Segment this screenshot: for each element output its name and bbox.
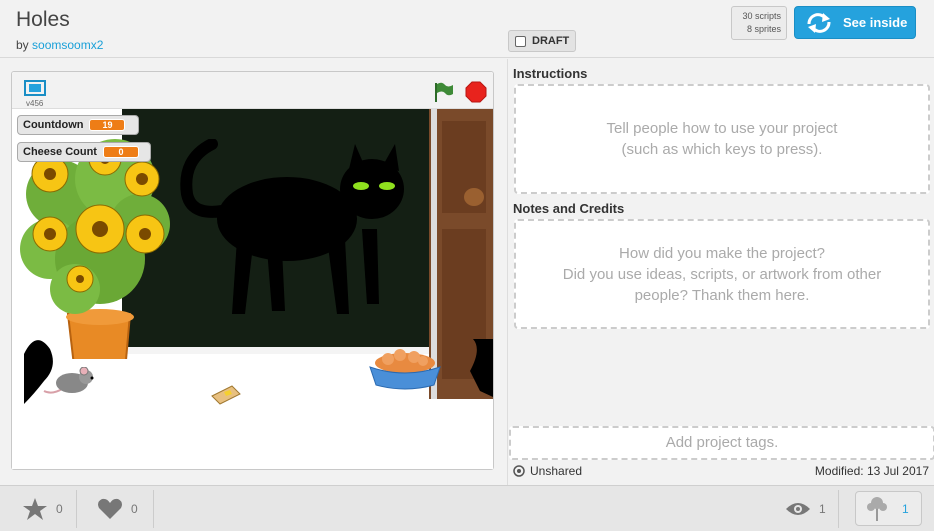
heart-icon xyxy=(98,498,122,519)
draft-label: DRAFT xyxy=(532,35,570,47)
views-count: 1 xyxy=(819,502,826,516)
monitor-value: 0 xyxy=(102,146,139,158)
notes-placeholder-1: How did you make the project? xyxy=(619,244,825,262)
monitor-label: Cheese Count xyxy=(23,146,97,158)
modified-date: Modified: 13 Jul 2017 xyxy=(814,464,929,478)
player-pane: v456 Countdown 19 Cheese Count 0 xyxy=(0,59,507,485)
remix-count: 1 xyxy=(902,501,909,516)
footer-divider xyxy=(153,490,154,528)
see-inside-label: See inside xyxy=(843,15,908,30)
eye-icon xyxy=(786,503,810,515)
notes-placeholder-2: Did you use ideas, scripts, or artwork f… xyxy=(562,265,882,283)
green-flag-icon[interactable] xyxy=(432,81,454,103)
by-label: by xyxy=(16,38,29,52)
favorite-count: 0 xyxy=(56,502,63,516)
share-status: Unshared xyxy=(513,464,582,478)
see-inside-button[interactable]: See inside xyxy=(794,6,916,39)
love-count: 0 xyxy=(131,502,138,516)
unshared-icon xyxy=(513,465,525,477)
monitor-label: Countdown xyxy=(23,119,84,131)
footer-divider xyxy=(76,490,77,528)
remix-tree-icon xyxy=(867,496,887,521)
notes-placeholder-3: people? Thank them here. xyxy=(634,286,810,304)
version-label: v456 xyxy=(26,99,44,108)
fullscreen-icon[interactable] xyxy=(24,80,46,96)
mousetrap-sprite[interactable] xyxy=(210,384,242,406)
scripts-count: 30 scripts xyxy=(742,11,781,21)
instructions-placeholder-1: Tell people how to use your project xyxy=(606,120,838,137)
cheese-count-monitor: Cheese Count 0 xyxy=(17,142,151,162)
share-status-label: Unshared xyxy=(530,464,583,478)
project-title[interactable]: Holes xyxy=(16,8,70,32)
love-button[interactable]: 0 xyxy=(97,486,138,531)
instructions-label: Instructions xyxy=(513,66,588,81)
countdown-monitor: Countdown 19 xyxy=(17,115,139,135)
project-player: v456 Countdown 19 Cheese Count 0 xyxy=(11,71,494,470)
footer-divider xyxy=(838,490,839,528)
project-info-pane: Instructions Tell people how to use your… xyxy=(507,59,934,485)
draft-checkbox[interactable] xyxy=(515,35,526,47)
draft-toggle[interactable]: DRAFT xyxy=(508,30,576,52)
sprites-count: 8 sprites xyxy=(746,24,781,34)
project-header: Holes by soomsoomx2 DRAFT 30 scripts 8 s… xyxy=(0,0,934,58)
stop-icon[interactable] xyxy=(465,81,487,103)
monitor-value: 19 xyxy=(89,119,126,131)
instructions-placeholder-2: (such as which keys to press). xyxy=(621,141,823,158)
remix-tree-button[interactable]: 1 xyxy=(855,491,922,526)
views-stat: 1 xyxy=(785,486,826,531)
project-tags-input[interactable]: Add project tags. xyxy=(509,426,934,460)
project-footer: 0 0 1 1 xyxy=(0,485,934,531)
remix-arrows-icon xyxy=(807,12,831,33)
stage[interactable]: Countdown 19 Cheese Count 0 xyxy=(12,109,493,469)
food-bowl-sprite[interactable] xyxy=(368,349,442,391)
instructions-field[interactable]: Tell people how to use your project (suc… xyxy=(514,84,930,194)
project-stats: 30 scripts 8 sprites xyxy=(731,6,787,40)
cat-sprite[interactable] xyxy=(177,139,417,329)
notes-label: Notes and Credits xyxy=(513,201,625,216)
player-controls: v456 xyxy=(12,72,493,109)
byline: by soomsoomx2 xyxy=(16,38,103,52)
author-link[interactable]: soomsoomx2 xyxy=(32,38,103,52)
star-icon xyxy=(23,498,47,520)
flower-pot-sprite[interactable] xyxy=(20,139,170,359)
favorite-button[interactable]: 0 xyxy=(22,486,63,531)
mouse-sprite[interactable] xyxy=(42,367,104,397)
notes-field[interactable]: How did you make the project? Did you us… xyxy=(514,219,930,329)
